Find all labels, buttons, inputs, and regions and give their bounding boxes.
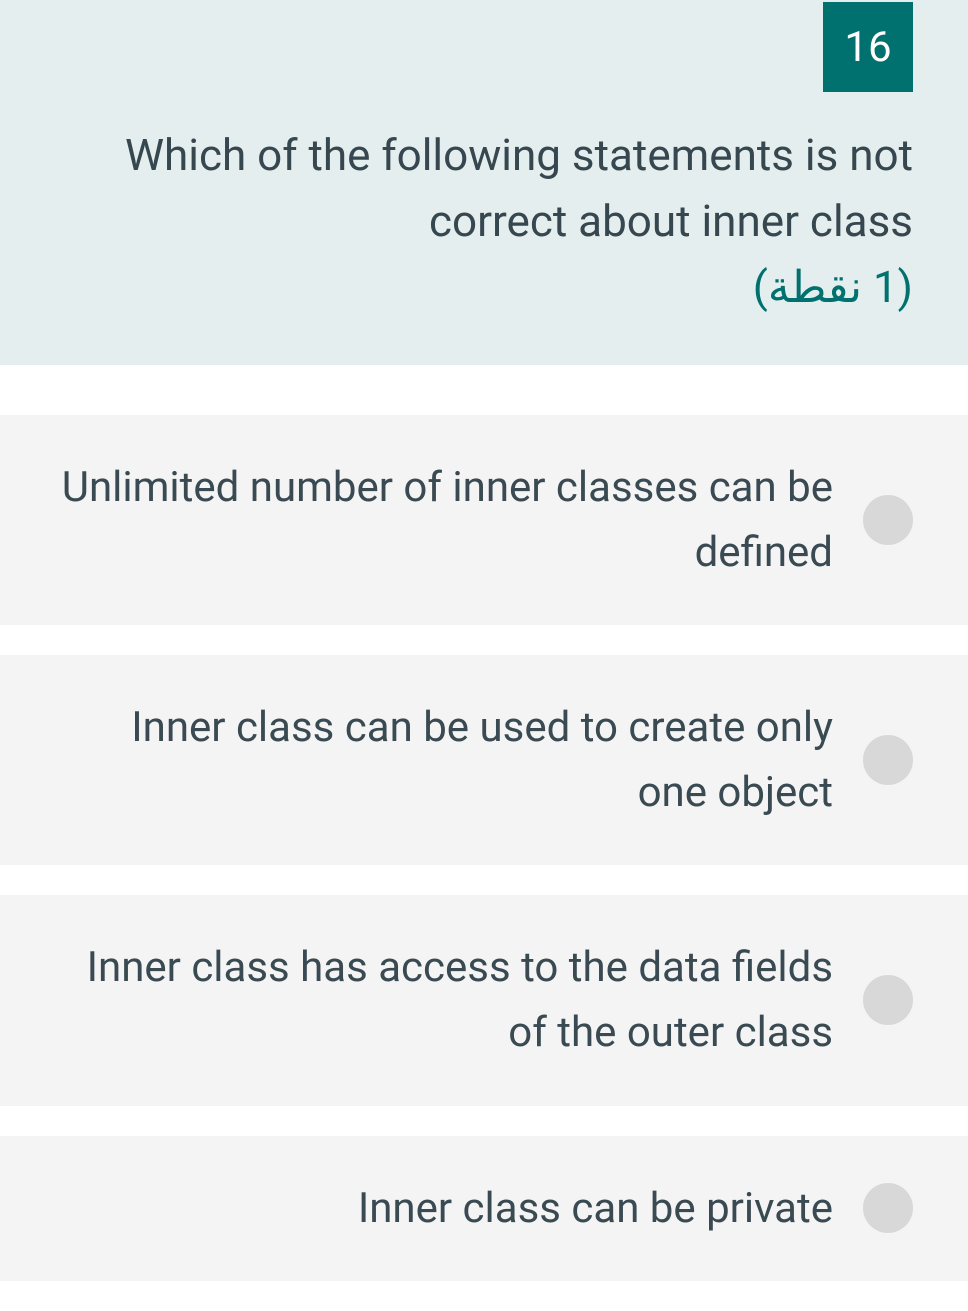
radio-icon[interactable]: [863, 495, 913, 545]
radio-icon[interactable]: [863, 1183, 913, 1233]
option-label: Unlimited number of inner classes can be…: [60, 455, 863, 585]
question-number: 16: [823, 2, 913, 92]
option-3[interactable]: Inner class can be private: [0, 1136, 968, 1281]
option-1[interactable]: Inner class can be used to create only o…: [0, 655, 968, 865]
question-points: (1 نقطة): [0, 254, 968, 320]
option-label: Inner class can be private: [60, 1176, 863, 1241]
question-text: Which of the following statements is not…: [0, 92, 968, 254]
option-label: Inner class has access to the data field…: [60, 935, 863, 1065]
options-list: Unlimited number of inner classes can be…: [0, 365, 968, 1281]
option-2[interactable]: Inner class has access to the data field…: [0, 895, 968, 1105]
option-label: Inner class can be used to create only o…: [60, 695, 863, 825]
question-header: 16 Which of the following statements is …: [0, 0, 968, 365]
radio-icon[interactable]: [863, 975, 913, 1025]
option-0[interactable]: Unlimited number of inner classes can be…: [0, 415, 968, 625]
radio-icon[interactable]: [863, 735, 913, 785]
question-number-wrap: 16: [0, 0, 968, 92]
